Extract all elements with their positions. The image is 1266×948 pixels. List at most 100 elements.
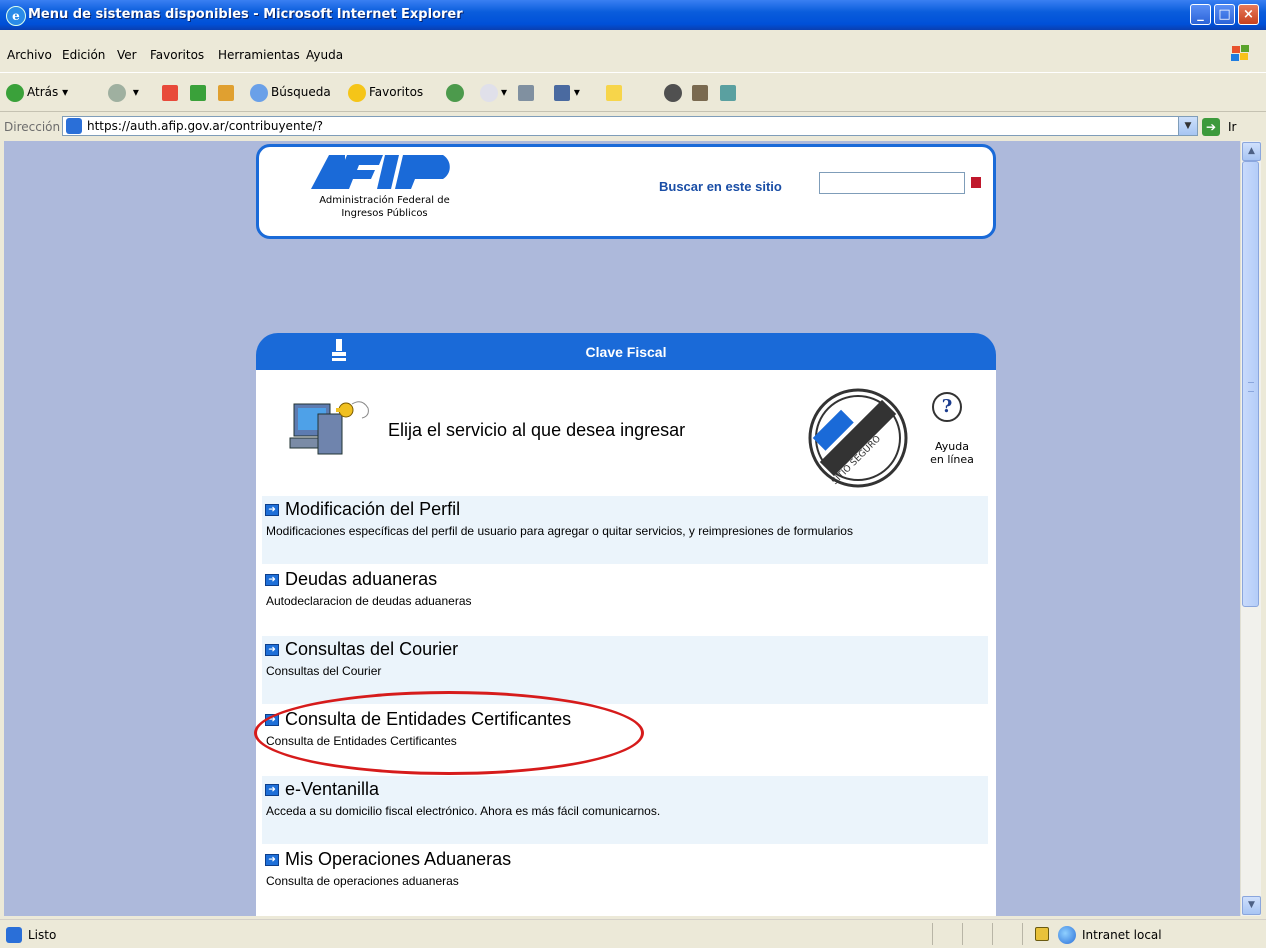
edit-icon: [554, 84, 570, 101]
refresh-button[interactable]: [190, 81, 206, 103]
site-header: Administración Federal de Ingresos Públi…: [256, 144, 996, 239]
mail-button[interactable]: ▾: [480, 81, 507, 103]
organization-name: Administración Federal de Ingresos Públi…: [297, 194, 472, 220]
organization-line-1: Administración Federal de: [319, 195, 450, 206]
back-button[interactable]: Atrás ▾: [6, 81, 68, 103]
forward-button[interactable]: ▾: [108, 81, 139, 103]
scroll-thumb[interactable]: [1242, 161, 1259, 607]
service-link[interactable]: Consulta de Entidades Certificantes: [285, 709, 571, 730]
clave-fiscal-header: Clave Fiscal: [256, 333, 996, 370]
go-button[interactable]: Ir: [1228, 120, 1236, 134]
status-bar: Listo Intranet local: [0, 919, 1266, 948]
favorites-button[interactable]: Favoritos: [348, 81, 423, 103]
service-link[interactable]: Mis Operaciones Aduaneras: [285, 849, 511, 870]
discuss-button[interactable]: [606, 81, 622, 103]
home-button[interactable]: [218, 81, 234, 103]
status-divider: [992, 923, 993, 945]
help-line-2: en línea: [930, 453, 974, 466]
intranet-globe-icon: [1058, 926, 1076, 944]
computer-key-icon: [289, 401, 369, 455]
status-divider: [1022, 923, 1023, 945]
refresh-icon: [190, 84, 206, 101]
services-panel: Elija el servicio al que desea ingresar …: [256, 370, 996, 916]
menu-edicion[interactable]: Edición: [62, 48, 105, 62]
service-link[interactable]: Deudas aduaneras: [285, 569, 437, 590]
clave-fiscal-title: Clave Fiscal: [585, 344, 667, 360]
lock-icon[interactable]: [1035, 927, 1049, 941]
scroll-up-icon[interactable]: ▲: [1242, 142, 1261, 161]
edit-button[interactable]: ▾: [554, 81, 580, 103]
network-button[interactable]: [720, 81, 736, 103]
address-input[interactable]: https://auth.afip.gov.ar/contribuyente/?…: [62, 116, 1198, 136]
service-link[interactable]: e-Ventanilla: [285, 779, 379, 800]
search-icon: [250, 83, 268, 102]
address-url: https://auth.afip.gov.ar/contribuyente/?: [87, 119, 324, 133]
menu-ayuda[interactable]: Ayuda: [306, 48, 343, 62]
search-toolbar-label: Búsqueda: [271, 85, 331, 99]
home-icon: [218, 84, 234, 101]
address-label: Dirección: [4, 120, 61, 134]
service-link[interactable]: Modificación del Perfil: [285, 499, 460, 520]
minimize-button[interactable]: _: [1190, 4, 1211, 25]
star-icon: [348, 83, 366, 102]
arrow-right-icon: ➜: [265, 784, 279, 796]
service-item[interactable]: ➜ Consulta de Entidades Certificantes Co…: [262, 706, 988, 774]
search-button[interactable]: Búsqueda: [250, 81, 331, 103]
menu-herramientas[interactable]: Herramientas: [218, 48, 300, 62]
service-item[interactable]: ➜ e-Ventanilla Acceda a su domicilio fis…: [262, 776, 988, 844]
status-divider: [962, 923, 963, 945]
go-arrow-icon[interactable]: ➔: [1202, 118, 1220, 136]
title-bar[interactable]: e Menu de sistemas disponibles - Microso…: [0, 0, 1266, 30]
ie-window-icon[interactable]: e: [6, 6, 26, 26]
messenger-button[interactable]: [664, 81, 685, 103]
research-button[interactable]: [692, 81, 708, 103]
windows-logo-icon: [1231, 45, 1249, 61]
vertical-scrollbar[interactable]: ▲ ▼: [1240, 141, 1261, 916]
page-icon: [66, 118, 82, 134]
menu-bar: Archivo Edición Ver Favoritos Herramient…: [0, 44, 1266, 66]
print-icon: [518, 84, 534, 101]
scroll-grip: [1248, 382, 1254, 392]
history-button[interactable]: [446, 81, 467, 103]
service-item[interactable]: ➜ Mis Operaciones Aduaneras Consulta de …: [262, 846, 988, 914]
menu-archivo[interactable]: Archivo: [7, 48, 52, 62]
books-icon: [692, 84, 708, 101]
service-item[interactable]: ➜ Consultas del Courier Consultas del Co…: [262, 636, 988, 704]
page-status-icon: [6, 927, 22, 943]
maximize-button[interactable]: □: [1214, 4, 1235, 25]
arrow-right-icon: ➜: [265, 644, 279, 656]
security-zone[interactable]: Intranet local: [1082, 928, 1162, 942]
print-button[interactable]: [518, 81, 534, 103]
service-item[interactable]: ➜ Modificación del Perfil Modificaciones…: [262, 496, 988, 564]
menu-favoritos[interactable]: Favoritos: [150, 48, 204, 62]
history-icon: [446, 83, 464, 102]
panel-title: Elija el servicio al que desea ingresar: [388, 420, 686, 440]
scroll-down-icon[interactable]: ▼: [1242, 896, 1261, 915]
service-description: Consultas del Courier: [266, 664, 382, 678]
page-viewport: Administración Federal de Ingresos Públi…: [4, 141, 1240, 916]
afip-logo-icon[interactable]: [311, 155, 457, 189]
service-description: Acceda a su domicilio fiscal electrónico…: [266, 804, 661, 818]
help-link[interactable]: Ayuda en línea: [922, 440, 982, 466]
menu-ver[interactable]: Ver: [117, 48, 137, 62]
service-description: Autodeclaracion de deudas aduaneras: [266, 594, 472, 608]
arrow-right-icon: ➜: [265, 504, 279, 516]
note-icon: [606, 84, 622, 101]
back-label: Atrás: [27, 85, 59, 99]
close-button[interactable]: ×: [1238, 4, 1259, 25]
service-item[interactable]: ➜ Deudas aduaneras Autodeclaracion de de…: [262, 566, 988, 634]
address-bar: Dirección https://auth.afip.gov.ar/contr…: [0, 114, 1266, 140]
secure-site-seal-icon: SITIO SEGURO: [808, 388, 908, 488]
stop-button[interactable]: [162, 81, 178, 103]
close-circle-icon: [664, 83, 682, 102]
forward-arrow-icon: [108, 83, 126, 102]
arrow-right-icon: ➜: [265, 574, 279, 586]
favorites-label: Favoritos: [369, 85, 424, 99]
site-search-input[interactable]: [819, 172, 965, 194]
site-search-label: Buscar en este sitio: [659, 179, 782, 194]
address-dropdown-icon[interactable]: ▼: [1178, 117, 1197, 135]
service-link[interactable]: Consultas del Courier: [285, 639, 458, 660]
site-search-go-icon[interactable]: [971, 177, 981, 188]
help-icon[interactable]: ?: [932, 392, 962, 422]
window-title: Menu de sistemas disponibles - Microsoft…: [28, 7, 463, 22]
